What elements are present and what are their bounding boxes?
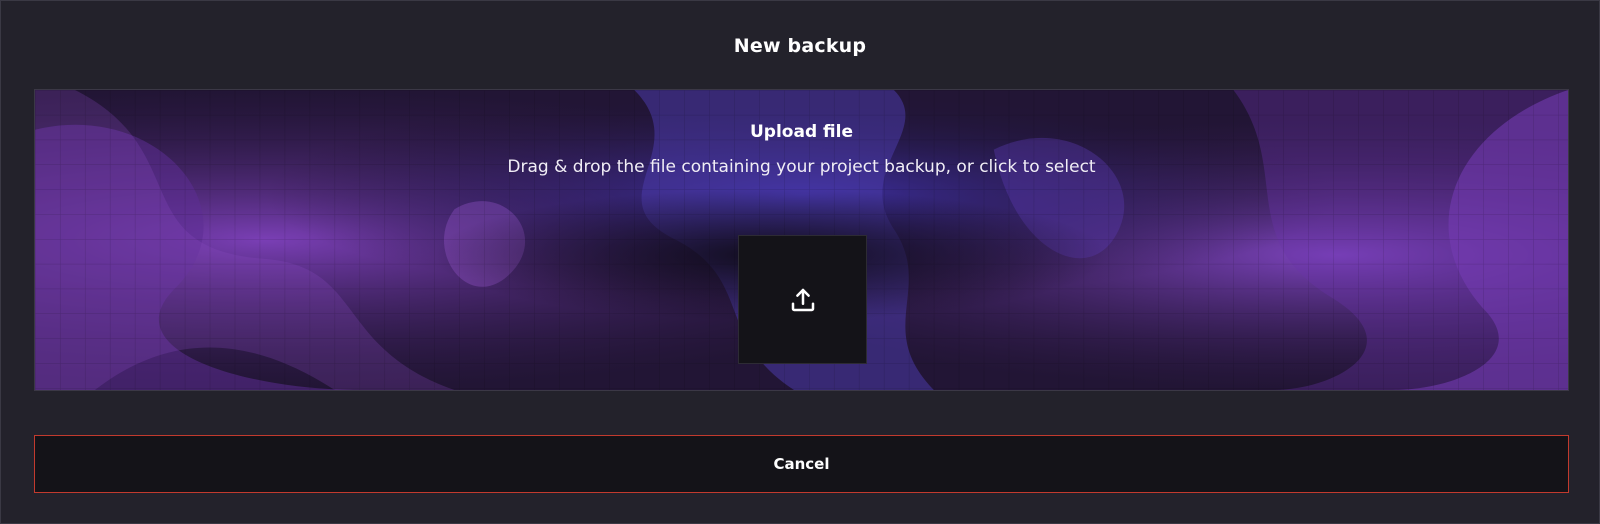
upload-description: Drag & drop the file containing your pro… — [507, 157, 1096, 177]
cancel-button[interactable]: Cancel — [34, 435, 1569, 493]
upload-icon — [791, 288, 814, 311]
upload-button[interactable] — [738, 235, 867, 364]
dialog-title: New backup — [733, 35, 867, 57]
file-dropzone[interactable]: Upload file Drag & drop the file contain… — [34, 89, 1569, 391]
upload-heading: Upload file — [750, 122, 853, 142]
new-backup-dialog: New backup Upload file Drag & drop the f… — [0, 0, 1600, 524]
